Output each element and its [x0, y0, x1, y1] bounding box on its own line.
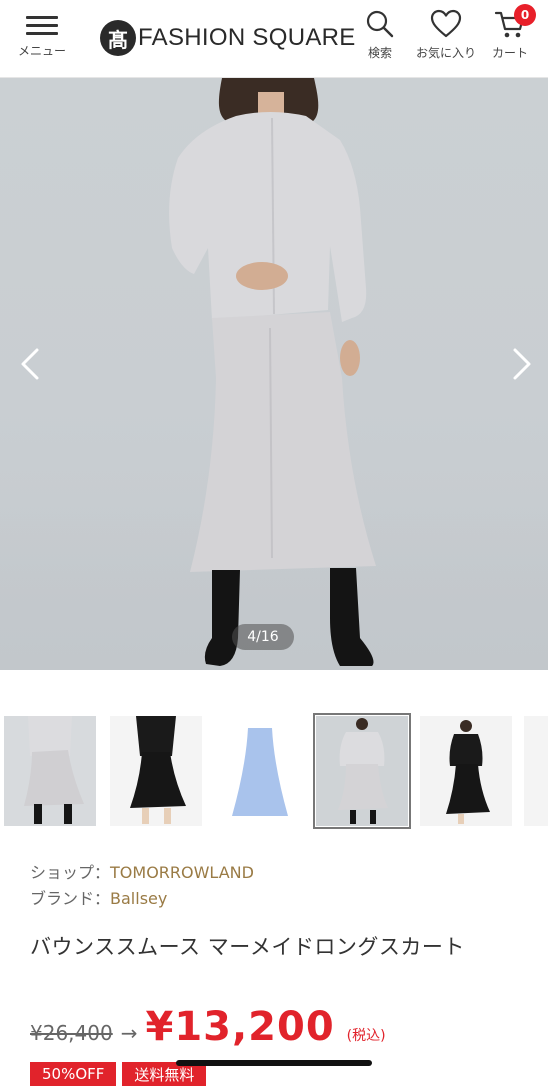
previous-image-button[interactable] — [14, 344, 46, 384]
thumbnail-6[interactable] — [524, 716, 548, 826]
chevron-left-icon — [21, 348, 39, 380]
menu-button[interactable]: メニュー — [10, 8, 74, 72]
discount-badge: 50%OFF — [30, 1062, 117, 1086]
cart-label: カート — [491, 46, 528, 60]
search-label: 検索 — [367, 46, 392, 60]
home-indicator — [176, 1060, 372, 1066]
sale-price: ¥13,200 — [145, 1004, 335, 1050]
brand-row: ブランド：Ballsey — [30, 886, 530, 912]
favorites-label: お気に入り — [415, 46, 476, 60]
hamburger-icon — [26, 14, 58, 38]
shop-label: ショップ： — [30, 863, 111, 882]
price-row: ¥26,400 → ¥13,200 (税込) — [30, 1004, 386, 1050]
thumbnail-5[interactable] — [420, 716, 512, 826]
brand-label: ブランド： — [30, 889, 111, 908]
logo-mark: 髙 — [100, 20, 136, 56]
search-icon — [363, 8, 397, 40]
site-logo[interactable]: 髙 FASHION SQUARE — [100, 18, 356, 58]
product-title: バウンススムース マーメイドロングスカート — [30, 935, 465, 959]
favorites-button[interactable]: お気に入り — [414, 8, 478, 72]
tax-note: (税込) — [346, 1028, 386, 1044]
site-header: メニュー 髙 FASHION SQUARE 検索 お気に入り 0 カート — [0, 0, 548, 78]
menu-label: メニュー — [17, 44, 66, 58]
shop-row: ショップ：TOMORROWLAND — [30, 860, 530, 886]
model-figure — [169, 78, 376, 666]
product-info: ショップ：TOMORROWLAND ブランド：Ballsey バウンススムース … — [30, 860, 530, 964]
shop-link[interactable]: TOMORROWLAND — [110, 863, 254, 882]
thumbnail-3[interactable] — [214, 716, 306, 826]
original-price: ¥26,400 — [30, 1021, 113, 1045]
thumbnail-1[interactable] — [4, 716, 96, 826]
logo-text: FASHION SQUARE — [138, 24, 356, 51]
thumbnail-strip — [0, 712, 548, 832]
brand-link[interactable]: Ballsey — [110, 889, 167, 908]
product-main-image[interactable]: 4/16 — [0, 78, 548, 670]
chevron-right-icon — [513, 348, 531, 380]
thumbnail-4-selected[interactable] — [313, 713, 411, 829]
cart-count-badge: 0 — [514, 4, 536, 26]
cart-button[interactable]: 0 カート — [478, 4, 542, 72]
thumbnail-2[interactable] — [110, 716, 202, 826]
price-arrow: → — [120, 1021, 138, 1045]
search-button[interactable]: 検索 — [348, 8, 412, 72]
next-image-button[interactable] — [506, 344, 538, 384]
image-counter: 4/16 — [232, 624, 294, 650]
heart-icon — [429, 8, 463, 40]
